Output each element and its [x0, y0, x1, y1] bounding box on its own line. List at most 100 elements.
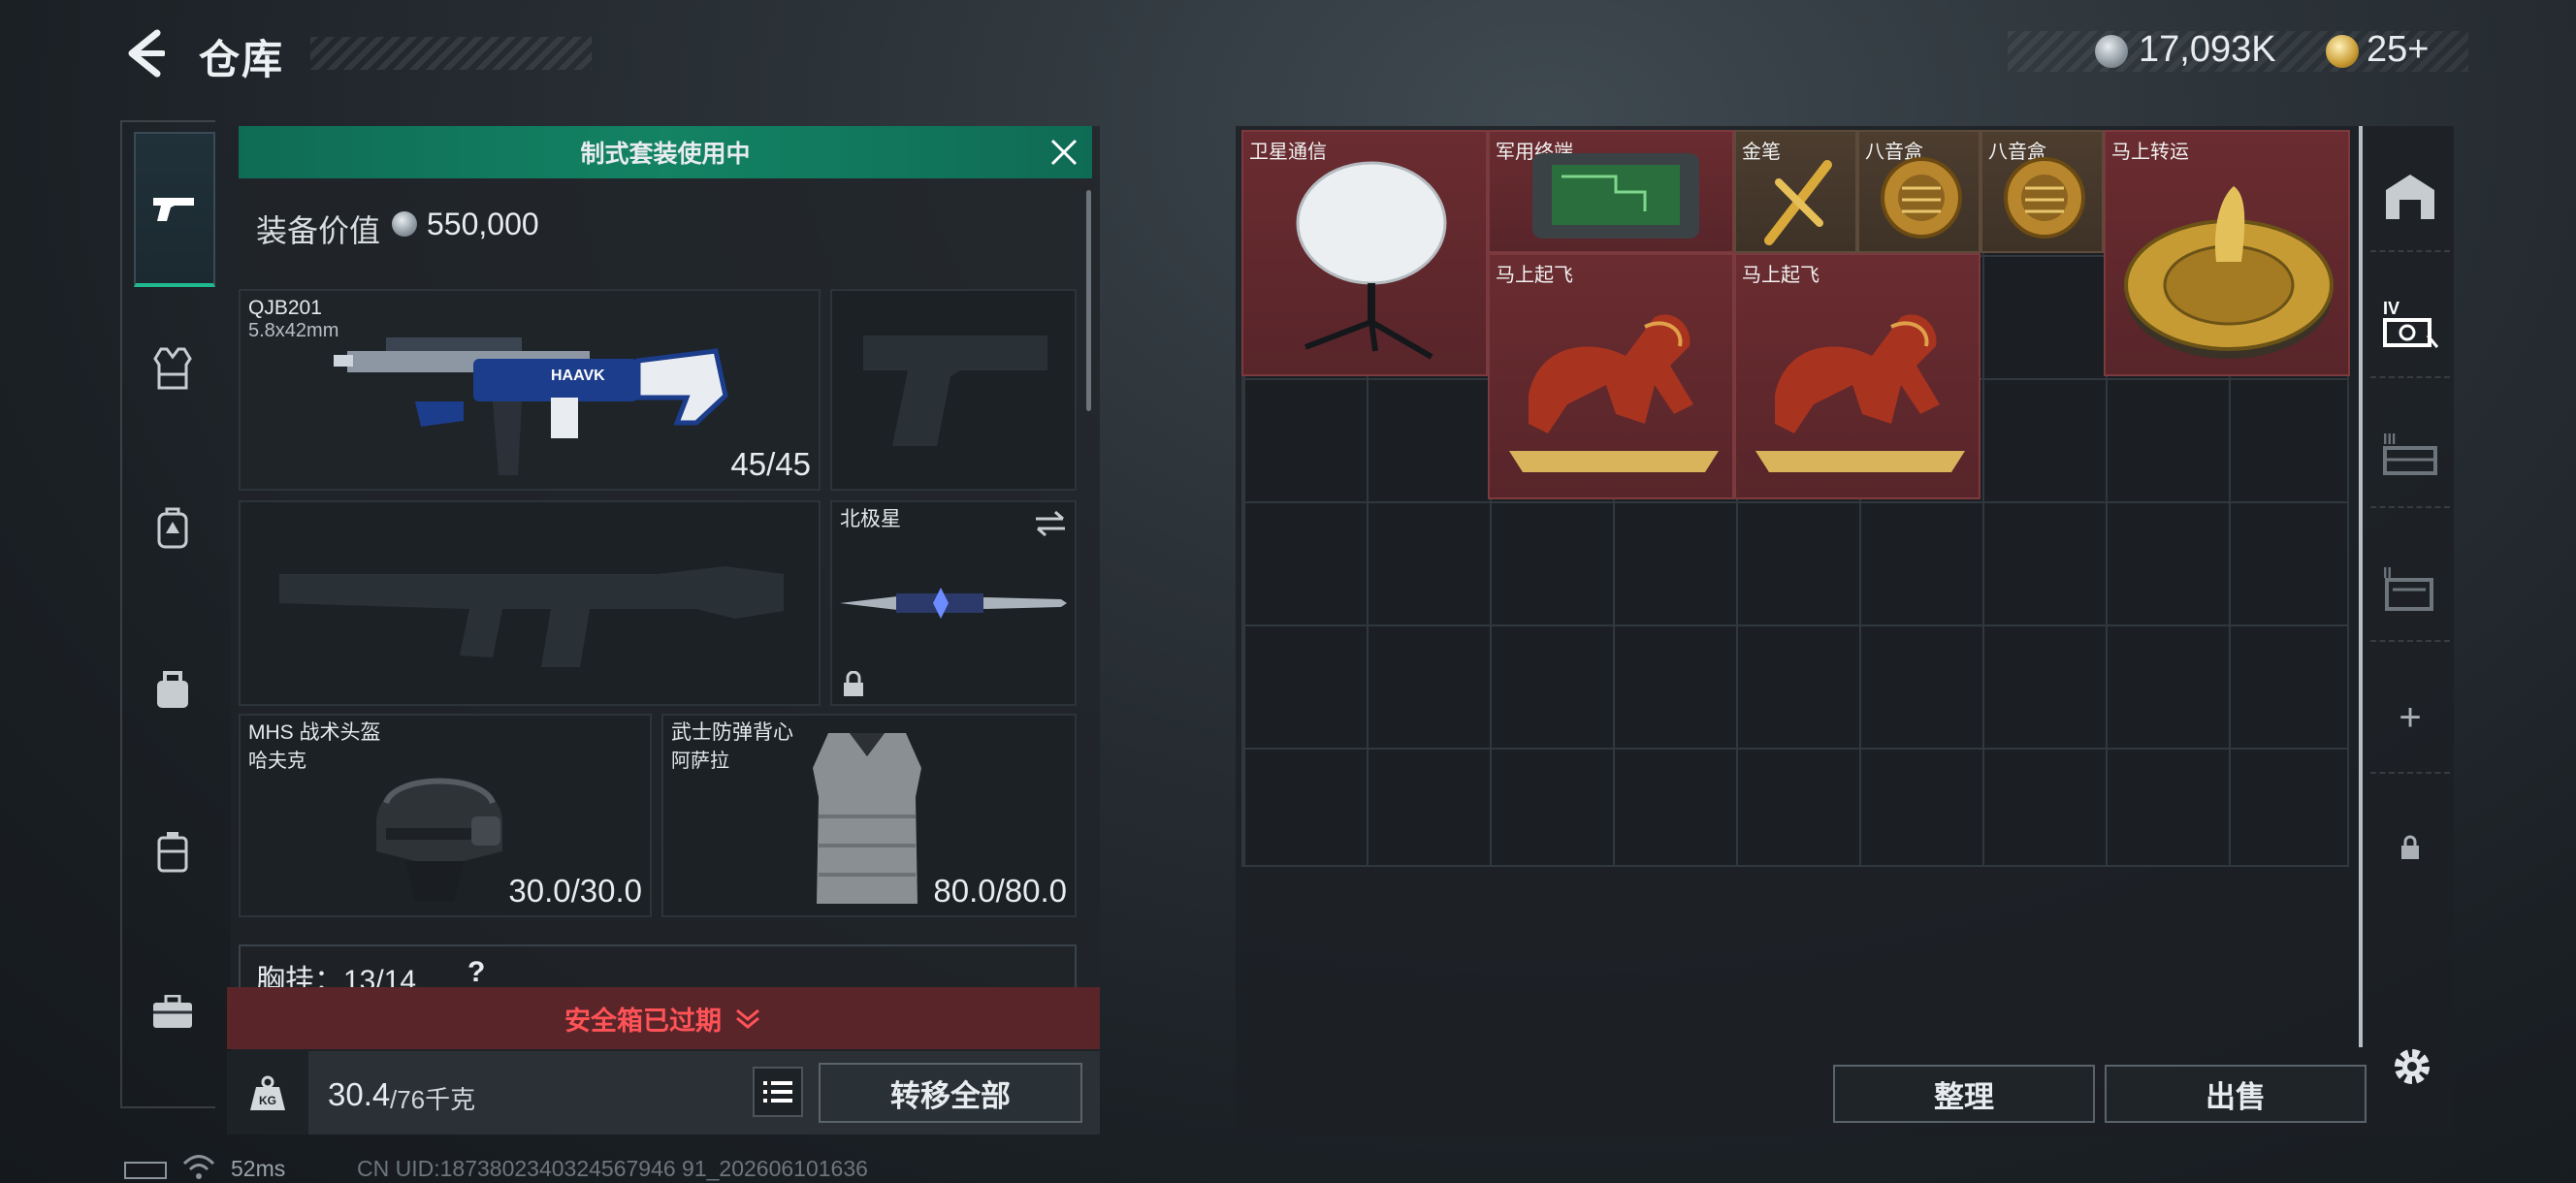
transfer-all-button[interactable]: 转移全部: [819, 1063, 1082, 1123]
secondary-weapon-slot[interactable]: [239, 500, 821, 706]
hafu-coin-icon: [2095, 35, 2128, 68]
vest-tab[interactable]: [134, 320, 211, 417]
storage-item[interactable]: 八音盒: [1980, 130, 2104, 253]
helmet-slot[interactable]: MHS 战术头盔 哈夫克 30.0/30.0: [239, 714, 652, 917]
toolbox-tab[interactable]: [134, 964, 211, 1061]
military-terminal-image: [1532, 153, 1699, 239]
close-icon[interactable]: [1047, 136, 1080, 169]
lock-icon: [844, 671, 863, 696]
lock-icon: [2401, 835, 2419, 859]
sell-button[interactable]: 出售: [2105, 1065, 2367, 1123]
safebox-expired-text: 安全箱已过期: [564, 1006, 722, 1036]
rifle-image: HAAVK: [334, 337, 728, 475]
armor-durability: 80.0/80.0: [933, 873, 1067, 909]
storage-item[interactable]: 马上起飞: [1488, 253, 1734, 499]
swap-icon[interactable]: [1034, 510, 1067, 537]
currency-value: 17,093K: [2139, 29, 2276, 70]
pistol-slot[interactable]: [830, 289, 1077, 491]
list-icon: [763, 1081, 792, 1103]
case-tab[interactable]: [134, 803, 211, 900]
storage-page-2-tab[interactable]: II: [2370, 531, 2450, 642]
coin-icon: [392, 211, 417, 237]
warehouse-tab[interactable]: [2370, 142, 2450, 252]
storage-item[interactable]: 军用终端: [1488, 130, 1734, 253]
backpack-icon: [157, 507, 188, 549]
horse-statue-image: [1509, 314, 1719, 472]
vest-icon: [153, 347, 192, 390]
ammo-count: 45/45: [730, 446, 811, 482]
add-storage-button[interactable]: +: [2370, 663, 2450, 774]
battery-icon: [124, 1162, 167, 1179]
skin-text: HAAVK: [551, 368, 605, 384]
armor-name: 武士防弹背心: [671, 721, 793, 744]
kit-banner: 制式套装使用中: [239, 126, 1092, 178]
scrollbar[interactable]: [1086, 190, 1091, 411]
help-icon[interactable]: ?: [467, 956, 485, 989]
settings-gear-icon[interactable]: [2388, 1042, 2436, 1091]
back-arrow-icon[interactable]: [124, 29, 165, 78]
page-title: 仓库: [199, 37, 285, 82]
warehouse-icon: [2386, 175, 2434, 219]
music-box-image: [1881, 157, 1962, 239]
item-label: 马上起飞: [1496, 265, 1573, 286]
melee-name: 北极星: [840, 508, 901, 530]
helmet-image: [376, 778, 502, 902]
svg-text:KG: KG: [259, 1094, 276, 1107]
sort-button[interactable]: 整理: [1833, 1065, 2095, 1123]
weapon-tab[interactable]: [134, 132, 215, 287]
case-icon: [157, 832, 188, 873]
armor-brand: 阿萨拉: [671, 751, 729, 772]
storage-page-icon: II: [2383, 565, 2433, 611]
backpack-tab[interactable]: [134, 479, 211, 576]
storage-page-4-tab[interactable]: IV: [2370, 268, 2450, 378]
item-label: 马上转运: [2111, 142, 2189, 163]
item-label: 马上起飞: [1742, 265, 1819, 286]
storage-item[interactable]: 八音盒: [1857, 130, 1980, 253]
ticket-coin-icon: [2326, 35, 2359, 68]
satellite-dish-image: [1296, 161, 1447, 360]
bag-tab[interactable]: [134, 640, 211, 737]
weapon-name: QJB201: [248, 297, 322, 319]
safebox-expired-bar[interactable]: 安全箱已过期: [227, 987, 1100, 1049]
svg-text:IV: IV: [2383, 299, 2399, 318]
equipment-value: 550,000: [427, 207, 539, 241]
storage-page-icon: III: [2383, 432, 2437, 475]
storage-scrollbar[interactable]: [2359, 126, 2363, 1047]
knife-image: [840, 588, 1067, 619]
ticket-value[interactable]: 25+: [2367, 29, 2429, 71]
pistol-icon: [153, 198, 194, 221]
storage-item[interactable]: 金笔: [1734, 130, 1857, 253]
storage-page-3-tab[interactable]: III: [2370, 398, 2450, 508]
armor-slot[interactable]: 武士防弹背心 阿萨拉 80.0/80.0: [661, 714, 1077, 917]
uid-text: CN UID:1873802340324567946 91_2026061016…: [357, 1156, 868, 1181]
wifi-icon: [182, 1155, 215, 1179]
melee-slot[interactable]: 北极星: [830, 500, 1077, 706]
pistol-placeholder-icon: [863, 336, 1047, 446]
helmet-brand: 哈夫克: [248, 751, 306, 772]
equipment-value-label: 装备价值: [256, 213, 381, 248]
locked-storage-tab[interactable]: [2370, 793, 2450, 902]
weight-max: /76千克: [390, 1085, 476, 1114]
rifle-placeholder-icon: [279, 566, 784, 667]
weapon-ammo: 5.8x42mm: [248, 320, 339, 341]
list-view-button[interactable]: [753, 1067, 803, 1117]
horse-statue-image: [1755, 314, 1965, 472]
svg-text:III: III: [2383, 432, 2396, 448]
toolbox-icon: [153, 995, 192, 1028]
ping-text: 52ms: [231, 1156, 286, 1181]
storage-item[interactable]: 马上起飞: [1734, 253, 1980, 499]
helmet-name: MHS 战术头盔: [248, 721, 381, 744]
weight-icon: KG: [250, 1075, 285, 1110]
chevron-down-icon: [736, 1008, 759, 1029]
music-box-image: [2004, 157, 2085, 239]
helmet-durability: 30.0/30.0: [508, 873, 642, 909]
weight-icon-box: KG: [227, 1051, 308, 1135]
title-decoration: [310, 37, 592, 70]
storage-item[interactable]: 卫星通信: [1241, 130, 1488, 376]
storage-page-icon: IV: [2383, 299, 2439, 348]
bag-icon: [157, 671, 188, 708]
weight-current: 30.4: [328, 1076, 391, 1112]
fortune-disc-image: [2124, 186, 2334, 359]
primary-weapon-slot[interactable]: QJB201 5.8x42mm HAAVK 45/45: [239, 289, 821, 491]
storage-item[interactable]: 马上转运: [2104, 130, 2350, 376]
